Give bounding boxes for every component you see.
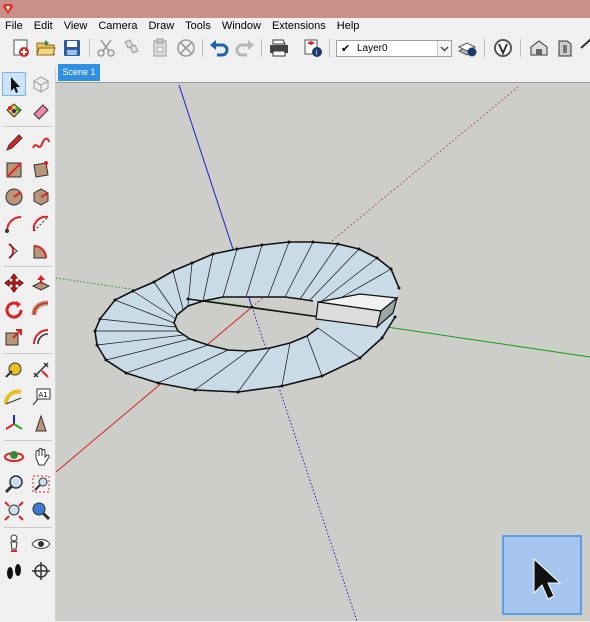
cursor-preview-panel xyxy=(502,535,582,615)
toolbar-separator xyxy=(4,126,52,127)
layer-name: Layer0 xyxy=(357,43,388,54)
styles-icon[interactable] xyxy=(492,37,514,59)
dimension-icon[interactable] xyxy=(29,358,53,382)
menu-draw[interactable]: Draw xyxy=(143,18,180,34)
zoom-extents-icon[interactable] xyxy=(2,499,26,523)
warehouse-icon[interactable] xyxy=(528,37,550,59)
sketchup-logo-icon xyxy=(3,4,13,14)
cut-icon[interactable] xyxy=(95,37,117,59)
select-icon[interactable] xyxy=(2,72,26,96)
redo-icon[interactable] xyxy=(234,37,256,59)
position-camera-icon[interactable] xyxy=(2,532,26,556)
menu-window[interactable]: Window xyxy=(217,18,267,34)
print-icon[interactable] xyxy=(268,37,290,59)
menu-view[interactable]: View xyxy=(59,18,94,34)
scene-tab[interactable]: Scene 1 xyxy=(58,64,100,81)
zoom-window-icon[interactable] xyxy=(29,472,53,496)
two-point-arc-icon[interactable] xyxy=(29,212,53,236)
paint-bucket-icon[interactable] xyxy=(2,99,26,123)
3d-text-icon[interactable] xyxy=(29,412,53,436)
push-pull-icon[interactable] xyxy=(29,271,53,295)
walk-icon[interactable] xyxy=(2,559,26,583)
arrow-cursor-icon xyxy=(533,557,562,600)
layer-manager-icon[interactable] xyxy=(456,37,478,59)
scale-icon[interactable] xyxy=(2,325,26,349)
menu-edit[interactable]: Edit xyxy=(29,18,59,34)
toolbar-separator xyxy=(4,266,52,267)
left-toolbar: A1 xyxy=(0,68,56,621)
new-icon[interactable] xyxy=(10,37,32,59)
previous-view-icon[interactable] xyxy=(29,499,53,523)
svg-text:A1: A1 xyxy=(39,391,48,399)
pencil-icon[interactable] xyxy=(2,131,26,155)
menu-file[interactable]: File xyxy=(0,18,29,34)
open-icon[interactable] xyxy=(35,37,57,59)
toolbar-separator xyxy=(329,39,330,57)
undo-icon[interactable] xyxy=(208,37,230,59)
look-around-icon[interactable] xyxy=(29,532,53,556)
copy-icon[interactable] xyxy=(121,37,143,59)
rotate-icon[interactable] xyxy=(2,298,26,322)
main-toolbar: i ✔ Layer0 xyxy=(0,34,590,62)
home-icon[interactable] xyxy=(580,37,590,59)
menu-help[interactable]: Help xyxy=(332,18,366,34)
menu-extensions[interactable]: Extensions xyxy=(267,18,332,34)
pan-icon[interactable] xyxy=(29,445,53,469)
tape-measure-icon[interactable] xyxy=(2,358,26,382)
layer-dropdown[interactable]: ✔ Layer0 xyxy=(336,40,452,57)
toolbar-separator xyxy=(261,39,262,57)
pie-icon[interactable] xyxy=(29,239,53,263)
chevron-down-icon[interactable] xyxy=(437,41,451,56)
toolbar-separator xyxy=(520,39,521,57)
toolbar-separator xyxy=(4,353,52,354)
menu-tools[interactable]: Tools xyxy=(180,18,217,34)
layer-checkmark-icon: ✔ xyxy=(341,43,351,55)
extension-icon[interactable] xyxy=(554,37,576,59)
rectangle-icon[interactable] xyxy=(2,158,26,182)
scene-tab-strip: Scene 1 xyxy=(56,62,590,82)
offset-icon[interactable] xyxy=(29,325,53,349)
erase-icon[interactable] xyxy=(175,37,197,59)
axes-icon[interactable] xyxy=(2,412,26,436)
follow-me-icon[interactable] xyxy=(29,298,53,322)
section-plane-icon[interactable] xyxy=(29,559,53,583)
three-point-arc-icon[interactable] xyxy=(2,239,26,263)
polygon-icon[interactable] xyxy=(29,185,53,209)
orbit-icon[interactable] xyxy=(2,445,26,469)
menu-bar: File Edit View Camera Draw Tools Window … xyxy=(0,18,590,34)
eraser-icon[interactable] xyxy=(29,99,53,123)
protractor-icon[interactable] xyxy=(2,385,26,409)
toolbar-separator xyxy=(4,527,52,528)
text-icon[interactable]: A1 xyxy=(29,385,53,409)
save-icon[interactable] xyxy=(61,37,83,59)
paste-icon[interactable] xyxy=(149,37,171,59)
freehand-icon[interactable] xyxy=(29,131,53,155)
toolbar-separator xyxy=(89,39,90,57)
menu-camera[interactable]: Camera xyxy=(93,18,143,34)
rotated-rectangle-icon[interactable] xyxy=(29,158,53,182)
toolbar-separator xyxy=(484,39,485,57)
title-bar xyxy=(0,0,590,18)
svg-text:i: i xyxy=(316,49,318,57)
zoom-icon[interactable] xyxy=(2,472,26,496)
toolbar-separator xyxy=(202,39,203,57)
component-icon[interactable] xyxy=(29,72,53,96)
move-icon[interactable] xyxy=(2,271,26,295)
toolbar-separator xyxy=(4,440,52,441)
arc-icon[interactable] xyxy=(2,212,26,236)
circle-icon[interactable] xyxy=(2,185,26,209)
model-info-icon[interactable]: i xyxy=(302,37,324,59)
